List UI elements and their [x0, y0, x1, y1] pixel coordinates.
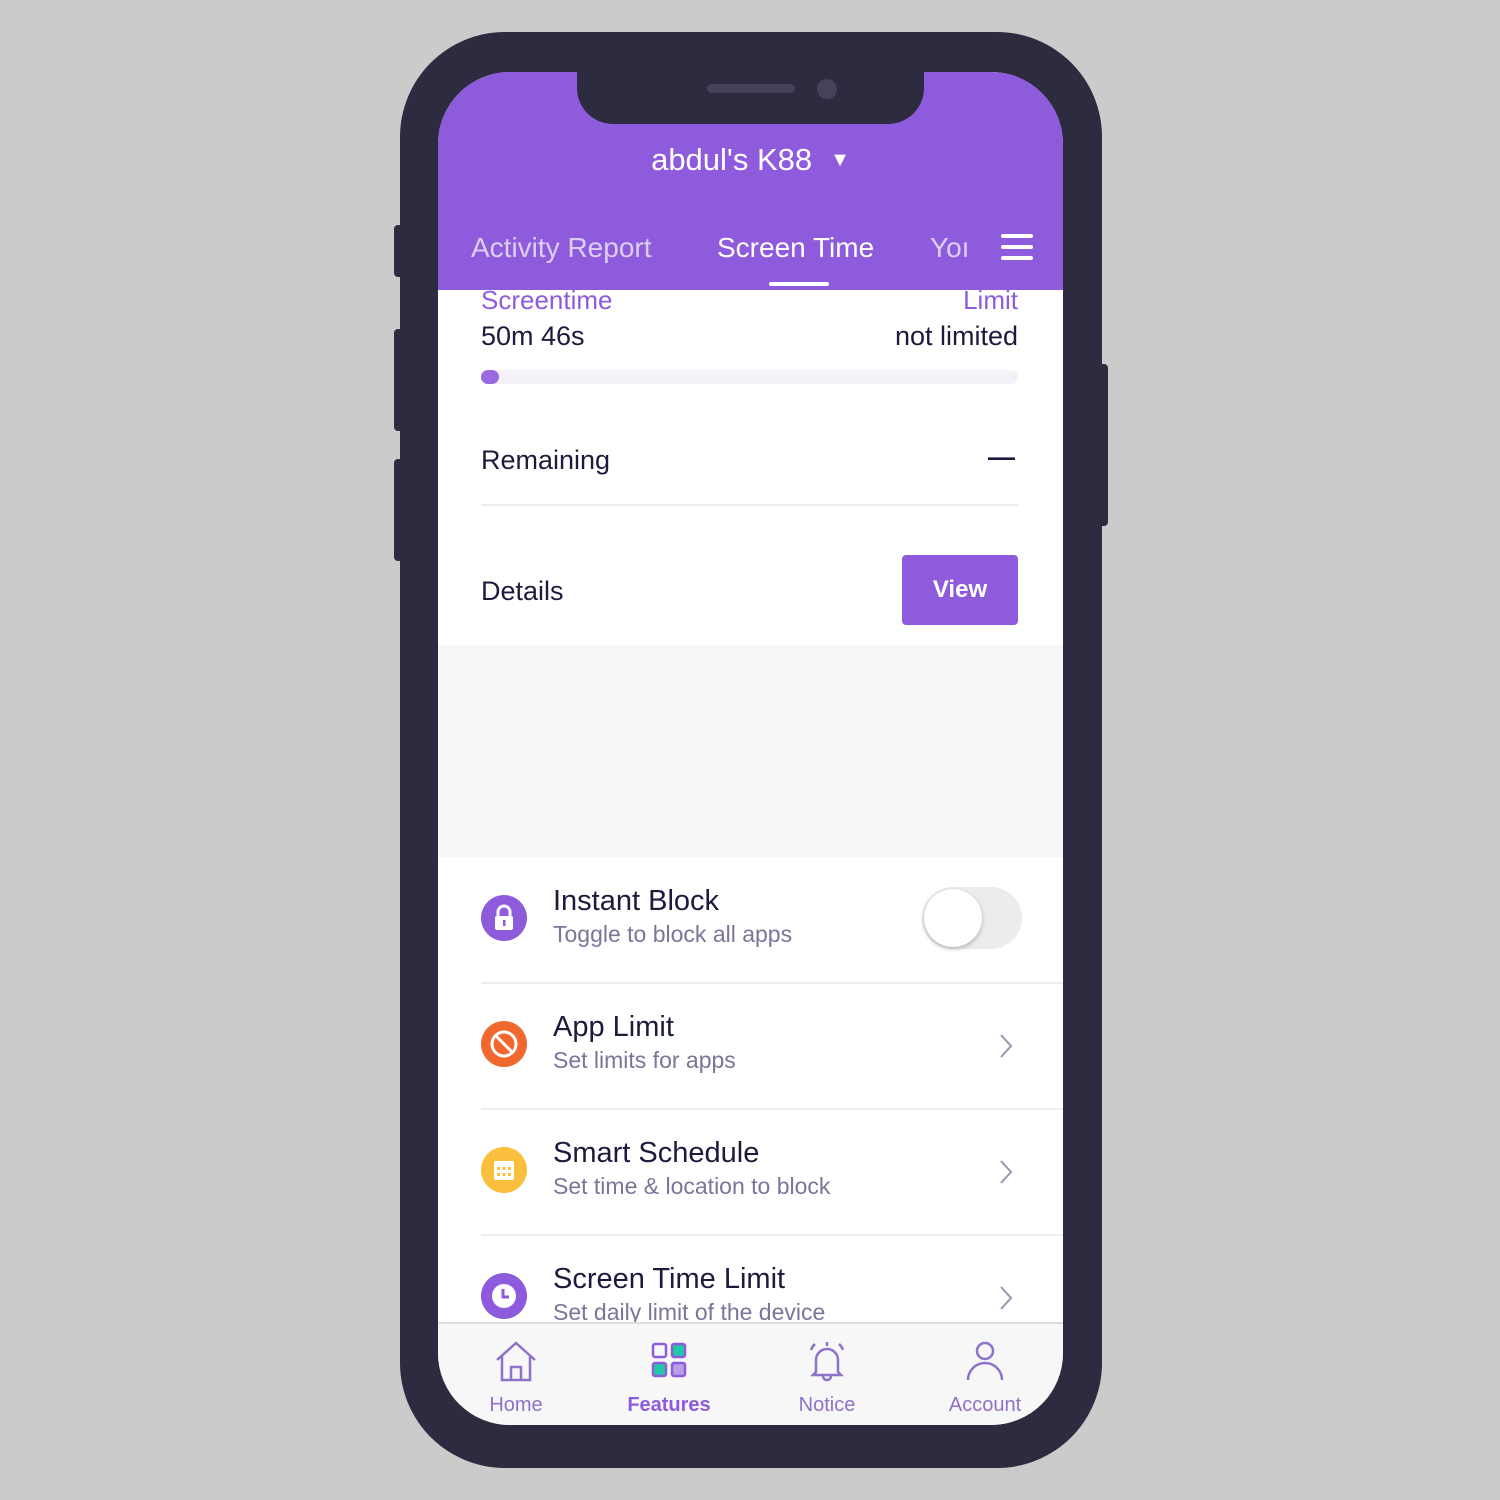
screentime-progress-bar	[481, 370, 1018, 384]
active-tab-indicator	[769, 282, 829, 286]
caret-down-icon: ▼	[830, 149, 850, 171]
chevron-right-icon	[1000, 1160, 1013, 1184]
notch	[577, 72, 924, 124]
nav-features[interactable]: Features	[591, 1324, 747, 1425]
feature-smart-schedule[interactable]: Smart Schedule Set time & location to bl…	[438, 1109, 1063, 1235]
nav-account[interactable]: Account	[907, 1324, 1063, 1425]
features-grid-icon	[651, 1342, 687, 1378]
nav-home[interactable]: Home	[438, 1324, 594, 1425]
feature-instant-block: Instant Block Toggle to block all apps	[438, 857, 1063, 983]
progress-fill	[481, 370, 499, 384]
limit-value: not limited	[894, 321, 1018, 351]
screentime-value: 50m 46s	[481, 321, 585, 351]
home-icon	[496, 1341, 536, 1382]
instant-block-toggle[interactable]	[922, 887, 1022, 949]
block-icon	[481, 1021, 527, 1067]
remaining-label: Remaining	[481, 445, 611, 475]
calendar-icon	[481, 1147, 527, 1193]
feature-app-limit[interactable]: App Limit Set limits for apps	[438, 983, 1063, 1109]
details-label: Details	[481, 576, 564, 606]
app-screen: abdul's K88 ▼ Activity Report Screen Time…	[438, 72, 1063, 1425]
nav-notice[interactable]: Notice	[749, 1324, 905, 1425]
limit-label: Limit	[963, 285, 1018, 315]
remaining-value: —	[988, 442, 1015, 472]
bell-icon	[809, 1342, 845, 1382]
tab-you[interactable]: Yoı	[930, 232, 968, 264]
chevron-right-icon	[1000, 1286, 1013, 1310]
hamburger-menu-icon[interactable]	[1001, 234, 1033, 260]
chevron-right-icon	[1000, 1034, 1013, 1058]
view-details-button[interactable]: View	[902, 555, 1018, 625]
screentime-label: Screentime	[481, 285, 613, 315]
clock-icon	[481, 1273, 527, 1319]
tab-activity-report[interactable]: Activity Report	[471, 232, 652, 264]
person-icon	[966, 1341, 1004, 1381]
tab-screen-time[interactable]: Screen Time	[717, 232, 874, 264]
device-selector[interactable]: abdul's K88 ▼	[438, 142, 1063, 178]
bottom-nav: Home Features Notice Account	[438, 1322, 1063, 1425]
phone-frame: abdul's K88 ▼ Activity Report Screen Time…	[394, 32, 1108, 1468]
lock-icon	[481, 895, 527, 941]
